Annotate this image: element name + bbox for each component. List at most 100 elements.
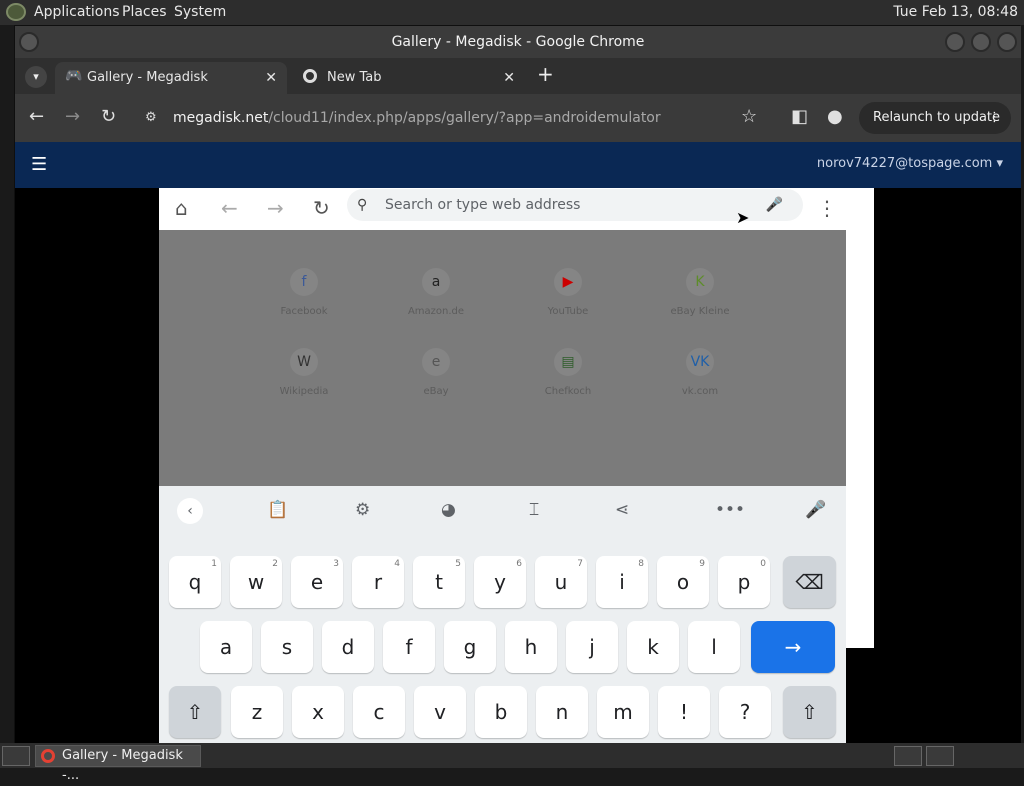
key-e[interactable]: e3 [291, 556, 343, 608]
shortcut-tile[interactable]: e eBay [391, 348, 481, 397]
clock[interactable]: Tue Feb 13, 08:48 [893, 4, 1018, 20]
shift-key-right[interactable]: ⇧ [783, 686, 836, 738]
back-icon[interactable]: ← [29, 106, 44, 127]
show-desktop-icon[interactable] [2, 746, 30, 766]
key-s[interactable]: s [261, 621, 313, 673]
key-t[interactable]: t5 [413, 556, 465, 608]
key-p[interactable]: p0 [718, 556, 770, 608]
enter-key[interactable]: → [751, 621, 835, 673]
key-a[interactable]: a [200, 621, 252, 673]
menu-places[interactable]: Places [122, 4, 167, 20]
voice-input-icon[interactable]: 🎤 [805, 500, 826, 520]
collapse-toolbar-icon[interactable]: ‹ [177, 498, 203, 524]
clipboard-icon[interactable]: 📋 [267, 500, 288, 520]
key-label: ? [739, 700, 751, 724]
key-q[interactable]: q1 [169, 556, 221, 608]
key-label: → [784, 635, 802, 659]
close-window-button[interactable] [997, 32, 1017, 52]
shift-key-left[interactable]: ⇧ [169, 686, 221, 738]
tab-gallery-megadisk[interactable]: 🎮 Gallery - Megadisk ✕ [55, 62, 287, 94]
new-tab-button[interactable]: + [537, 62, 554, 86]
key-d[interactable]: d [322, 621, 374, 673]
key-g[interactable]: g [444, 621, 496, 673]
back-icon[interactable]: ← [221, 196, 238, 220]
workspace-2-icon[interactable] [926, 746, 954, 766]
home-icon[interactable]: ⌂ [175, 196, 188, 220]
shortcut-tile[interactable]: KeBay Kleine [655, 268, 745, 317]
tab-close-icon[interactable]: ✕ [503, 64, 515, 92]
forward-icon[interactable]: → [267, 196, 284, 220]
shortcut-tile[interactable]: W Wikipedia [259, 348, 349, 397]
tab-close-icon[interactable]: ✕ [265, 64, 277, 92]
shortcut-tile[interactable]: a Amazon.de [391, 268, 481, 317]
key-label: w [247, 570, 265, 594]
window-menu-button[interactable] [19, 32, 39, 52]
key-h[interactable]: h [505, 621, 557, 673]
search-icon: ⚲ [357, 197, 368, 213]
relaunch-label: Relaunch to update [873, 110, 1001, 125]
more-menu-icon[interactable]: ⋮ [988, 102, 1001, 134]
shortcut-tile[interactable]: ▤ Chefkoch [523, 348, 613, 397]
forward-icon[interactable]: → [65, 106, 80, 127]
share-icon[interactable]: ⋖ [615, 500, 629, 520]
key-x[interactable]: x [292, 686, 344, 738]
virtual-keyboard: ‹ 📋 ⚙ ◕ ⌶ ⋖ ••• 🎤 q 1 w 2 e 3 r 4 t 5 y 6 u 7 i 8 o 9 p 0 ⌫ a… [159, 486, 846, 744]
key-z[interactable]: z [231, 686, 283, 738]
relaunch-to-update-button[interactable]: Relaunch to update ⋮ [859, 102, 1011, 134]
shortcut-tile[interactable]: VK vk.com [655, 348, 745, 397]
more-menu-icon[interactable]: ⋮ [817, 196, 837, 220]
key-k[interactable]: k [627, 621, 679, 673]
settings-gear-icon[interactable]: ⚙ [355, 500, 370, 520]
key-![interactable]: ! [658, 686, 710, 738]
menu-applications[interactable]: Applications [34, 4, 120, 20]
text-cursor-icon[interactable]: ⌶ [529, 500, 539, 520]
key-o[interactable]: o9 [657, 556, 709, 608]
shortcut-tile[interactable]: f Facebook [259, 268, 349, 317]
key-c[interactable]: c [353, 686, 405, 738]
theme-palette-icon[interactable]: ◕ [441, 500, 456, 520]
microphone-icon[interactable]: 🎤 [766, 189, 783, 221]
menu-system[interactable]: System [174, 4, 226, 20]
key-i[interactable]: i8 [596, 556, 648, 608]
workspace-1-icon[interactable] [894, 746, 922, 766]
user-account-menu[interactable]: norov74227@tospage.com ▾ [817, 156, 1003, 171]
emulator-search-input[interactable]: ⚲ Search or type web address 🎤 [347, 189, 803, 221]
key-b[interactable]: b [475, 686, 527, 738]
key-label: b [494, 700, 508, 724]
key-m[interactable]: m [597, 686, 649, 738]
address-bar[interactable]: ⚙ megadisk.net/cloud11/index.php/apps/ga… [137, 100, 757, 136]
profile-icon[interactable]: ● [827, 106, 843, 127]
minimize-button[interactable] [945, 32, 965, 52]
maximize-button[interactable] [971, 32, 991, 52]
key-w[interactable]: w2 [230, 556, 282, 608]
more-options-icon[interactable]: ••• [715, 500, 745, 520]
android-emulator-screen[interactable]: ⌂ ← → ↻ ⚲ Search or type web address 🎤 ⋮… [159, 188, 846, 744]
side-panel-icon[interactable]: ◧ [791, 106, 808, 127]
key-u[interactable]: u7 [535, 556, 587, 608]
reload-icon[interactable]: ↻ [313, 196, 330, 220]
key-f[interactable]: f [383, 621, 435, 673]
key-v[interactable]: v [414, 686, 466, 738]
emulator-side-toolbar[interactable] [846, 188, 874, 648]
tab-new-tab[interactable]: New Tab ✕ [295, 62, 525, 94]
shortcut-label: eBay [423, 386, 449, 397]
shortcut-favicon-icon: W [290, 348, 318, 376]
backspace-key[interactable]: ⌫ [783, 556, 836, 608]
window-titlebar[interactable]: Gallery - Megadisk - Google Chrome [15, 26, 1021, 58]
key-y[interactable]: y6 [474, 556, 526, 608]
key-?[interactable]: ? [719, 686, 771, 738]
reload-icon[interactable]: ↻ [101, 106, 116, 127]
taskbar-item-chrome[interactable]: Gallery - Megadisk -... [35, 745, 201, 783]
hamburger-menu-icon[interactable]: ☰ [31, 154, 47, 175]
bookmark-star-icon[interactable]: ☆ [741, 106, 757, 127]
key-l[interactable]: l [688, 621, 740, 673]
site-info-icon[interactable]: ⚙ [145, 100, 157, 136]
tab-search-button[interactable]: ▾ [25, 66, 47, 88]
key-n[interactable]: n [536, 686, 588, 738]
key-r[interactable]: r4 [352, 556, 404, 608]
shortcut-favicon-icon: ▤ [554, 348, 582, 376]
key-j[interactable]: j [566, 621, 618, 673]
url-path: /cloud11/index.php/apps/gallery/?app=and… [268, 110, 661, 126]
os-logo-icon[interactable] [6, 3, 26, 21]
shortcut-tile[interactable]: ▶ YouTube [523, 268, 613, 317]
